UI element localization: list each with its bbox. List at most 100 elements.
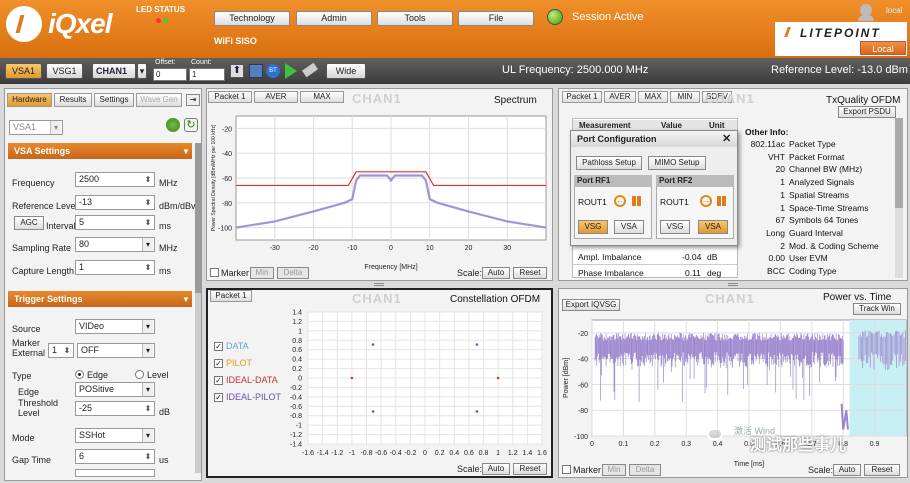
user-icon[interactable]: [858, 4, 874, 21]
export-psdu-button[interactable]: Export PSDU: [838, 106, 896, 118]
tools-menu-button[interactable]: Tools: [377, 11, 453, 26]
constellation-reset-button[interactable]: Reset: [513, 463, 547, 475]
txq-tab-aver[interactable]: AVER: [604, 91, 636, 103]
constellation-auto-button[interactable]: Auto: [482, 463, 510, 475]
technology-menu-button[interactable]: Technology: [214, 11, 290, 26]
power-min-button[interactable]: Min: [602, 464, 626, 476]
ref-level-unit: dBm/dBv: [159, 201, 196, 211]
local-button[interactable]: Local: [860, 41, 906, 55]
power-scale-label: Scale:: [808, 465, 834, 475]
mimo-setup-button[interactable]: MIMO Setup: [648, 156, 706, 170]
panel-pin-icon[interactable]: ⇥: [186, 94, 200, 106]
offset-input[interactable]: 0: [153, 68, 187, 81]
constellation-xtick-label: -1: [349, 450, 355, 457]
wide-button[interactable]: Wide: [326, 63, 366, 79]
interval-input[interactable]: 5: [75, 215, 155, 230]
refresh-icon[interactable]: ↻: [184, 118, 198, 132]
spectrum-reset-button[interactable]: Reset: [513, 267, 547, 279]
collapse-chevron-icon[interactable]: ▼: [182, 147, 190, 156]
led-green-icon: [163, 18, 168, 23]
txq-tab-max[interactable]: MAX: [638, 91, 668, 103]
pathloss-setup-button[interactable]: Pathloss Setup: [576, 156, 642, 170]
calculator-icon[interactable]: [249, 64, 263, 78]
tab-hardware[interactable]: Hardware: [7, 93, 52, 107]
splitter-handle-left[interactable]: [374, 283, 384, 286]
power-time-chart[interactable]: -20-40-60-80-1000 0.1 0.2 0.3 0.4 0.5 0.6 0.7 0.…: [558, 312, 908, 472]
spectrum-chart[interactable]: -20-40-60-80-100-30 -20 -10 0 10 20 30Frequenc…: [206, 104, 553, 280]
rf1-direction-icon[interactable]: ←: [614, 195, 626, 207]
gear-green-icon[interactable]: [166, 118, 180, 132]
rf2-direction-icon[interactable]: →: [700, 195, 712, 207]
threshold-input[interactable]: -25: [75, 401, 155, 416]
rf2-vsa-button[interactable]: VSA: [698, 220, 728, 234]
chan-dropdown-icon[interactable]: ▾: [137, 63, 147, 79]
type-level-radio[interactable]: [135, 370, 144, 379]
constellation-title: Constellation OFDM: [450, 294, 541, 305]
info-value: 1: [780, 189, 785, 200]
chan-select[interactable]: CHAN1: [92, 63, 136, 79]
legend-checkbox[interactable]: ✓: [214, 342, 223, 351]
collapse-chevron-icon-2[interactable]: ▼: [182, 295, 190, 304]
spectrum-auto-button[interactable]: Auto: [482, 267, 510, 279]
left-scrollbar-thumb[interactable]: [195, 143, 201, 293]
trigger-settings-header[interactable]: Trigger Settings: [8, 291, 192, 307]
info-value: 67: [775, 215, 785, 226]
mode-select[interactable]: SSHot: [75, 428, 155, 443]
tab-settings[interactable]: Settings: [94, 93, 134, 107]
power-delta-button[interactable]: Delta: [629, 464, 661, 476]
tab-results[interactable]: Results: [54, 93, 92, 107]
rf1-vsa-button[interactable]: VSA: [614, 220, 644, 234]
sampling-rate-select[interactable]: 80: [75, 237, 155, 252]
spectrum-tab-max[interactable]: MAX: [300, 91, 344, 103]
marker-number-input[interactable]: 1: [48, 343, 74, 358]
constellation-ytick-label: -0.4: [290, 394, 302, 401]
constellation-ytick-label: 1: [298, 328, 302, 335]
spectrum-min-button[interactable]: Min: [250, 267, 274, 279]
capture-length-input[interactable]: 1: [75, 260, 155, 275]
agc-button[interactable]: AGC: [14, 216, 44, 230]
power-marker-checkbox[interactable]: [562, 465, 571, 474]
spectrum-tab-packet1[interactable]: Packet 1: [208, 91, 252, 103]
power-auto-button[interactable]: Auto: [833, 464, 861, 476]
vsa1-button[interactable]: VSA1: [5, 63, 42, 79]
gap-time-input[interactable]: 6: [75, 449, 155, 464]
ref-level-input[interactable]: -13: [75, 195, 155, 210]
upload-arrow-icon[interactable]: ⬆: [230, 64, 244, 78]
close-icon[interactable]: ✕: [722, 132, 731, 145]
vsa-settings-header[interactable]: VSA Settings: [8, 143, 192, 159]
edge-select[interactable]: POSitive: [75, 382, 155, 397]
marker-external-select[interactable]: OFF: [77, 343, 155, 358]
vsa-select[interactable]: VSA1: [9, 120, 63, 135]
constellation-chart[interactable]: 1.41.210.80.60.40.20-0.2-0.4-0.6-0.8-1-1…: [280, 306, 548, 464]
vsg1-button[interactable]: VSG1: [46, 63, 83, 79]
txq-tab-packet1[interactable]: Packet 1: [562, 91, 602, 103]
rf1-grid-icon[interactable]: [632, 196, 642, 206]
splitter-handle-right[interactable]: [728, 283, 738, 286]
txq-tab-min[interactable]: MIN: [670, 91, 700, 103]
legend-checkbox[interactable]: ✓: [214, 393, 223, 402]
export-iqvsg-button[interactable]: Export IQVSG: [562, 299, 620, 311]
partial-input[interactable]: [75, 469, 155, 477]
file-menu-button[interactable]: File: [458, 11, 534, 26]
bluetooth-icon[interactable]: BT: [266, 64, 280, 78]
spectrum-ytick-label: -100: [218, 226, 232, 233]
txq-scrollbar-thumb[interactable]: [895, 118, 903, 208]
spectrum-delta-button[interactable]: Delta: [277, 267, 309, 279]
info-key: Spatial Streams: [789, 189, 849, 200]
constellation-tab-packet1[interactable]: Packet 1: [210, 290, 252, 302]
rf1-vsg-button[interactable]: VSG: [578, 220, 608, 234]
tab-wave-gen[interactable]: Wave Gen: [136, 93, 182, 107]
admin-menu-button[interactable]: Admin: [296, 11, 372, 26]
legend-checkbox[interactable]: ✓: [214, 376, 223, 385]
source-select[interactable]: VIDeo: [75, 319, 155, 334]
type-edge-radio[interactable]: [75, 370, 84, 379]
spectrum-tab-aver[interactable]: AVER: [254, 91, 298, 103]
spectrum-marker-checkbox[interactable]: [210, 268, 219, 277]
rf2-grid-icon[interactable]: [717, 196, 727, 206]
rf2-vsg-button[interactable]: VSG: [660, 220, 690, 234]
frequency-input[interactable]: 2500: [75, 172, 155, 187]
count-input[interactable]: 1: [189, 68, 225, 81]
power-reset-button[interactable]: Reset: [864, 464, 900, 476]
run-play-icon[interactable]: [285, 63, 297, 79]
legend-checkbox[interactable]: ✓: [214, 359, 223, 368]
